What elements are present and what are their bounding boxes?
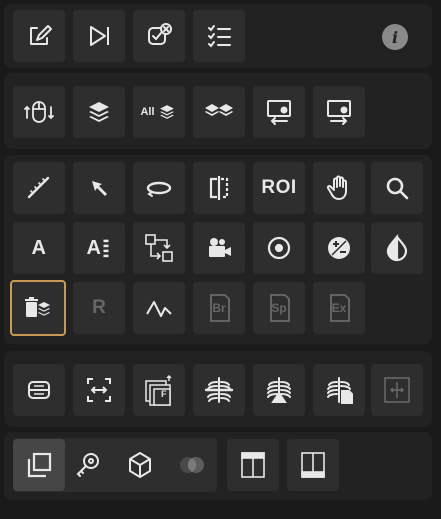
checklist-icon xyxy=(208,25,231,48)
window-level-icon xyxy=(328,237,350,259)
next-series-icon xyxy=(90,26,109,46)
delete-layers-button[interactable] xyxy=(10,280,66,336)
all-label: All xyxy=(140,106,155,118)
arrow-pointer-button[interactable] xyxy=(73,162,125,214)
cine-camera-button[interactable] xyxy=(193,222,245,274)
workflow-button[interactable] xyxy=(133,222,185,274)
ruler-button[interactable] xyxy=(13,162,65,214)
layout-bottom-icon xyxy=(301,452,325,478)
close-study-icon xyxy=(148,23,172,45)
next-series-button[interactable] xyxy=(73,10,125,62)
chest-triangle-button[interactable] xyxy=(253,364,305,416)
fit-view-icon xyxy=(87,378,111,402)
ex-button[interactable]: Ex xyxy=(313,282,365,334)
text-list-icon xyxy=(103,239,109,258)
frames-icon xyxy=(145,374,172,406)
layers-icon xyxy=(89,102,109,122)
text-button[interactable]: A xyxy=(13,222,65,274)
key-icon xyxy=(76,453,99,477)
split-view-button[interactable] xyxy=(13,364,65,416)
text-list-label: A xyxy=(86,236,102,259)
magnify-icon xyxy=(386,177,409,200)
pan-hand-icon xyxy=(326,175,347,200)
chest-split-icon xyxy=(204,377,234,403)
chest-document-button[interactable] xyxy=(313,364,365,416)
flip-button[interactable] xyxy=(193,162,245,214)
layout-import-button[interactable] xyxy=(253,86,305,138)
waveform-button[interactable] xyxy=(133,282,185,334)
layout-top-icon xyxy=(241,452,265,478)
rotate-icon xyxy=(146,181,172,197)
cube-icon xyxy=(129,452,151,478)
br-button[interactable]: Br xyxy=(193,282,245,334)
chest-triangle-icon xyxy=(267,377,291,403)
layout-export-icon xyxy=(327,100,351,125)
invert-icon xyxy=(386,233,408,262)
pan-hand-button[interactable] xyxy=(313,162,365,214)
layout-export-button[interactable] xyxy=(313,86,365,138)
layers-button[interactable] xyxy=(73,86,125,138)
sp-button[interactable]: Sp xyxy=(253,282,305,334)
split-view-icon xyxy=(28,381,50,399)
cine-camera-icon xyxy=(209,238,231,257)
info-icon[interactable]: i xyxy=(382,24,408,50)
window-level-button[interactable] xyxy=(313,222,365,274)
ruler-icon xyxy=(27,176,50,199)
rotate-button[interactable] xyxy=(133,162,185,214)
close-study-button[interactable] xyxy=(133,10,185,62)
target-icon xyxy=(267,236,291,260)
checklist-button[interactable] xyxy=(193,10,245,62)
sp-label: Sp xyxy=(271,301,287,315)
all-layers-button[interactable]: All xyxy=(133,86,185,138)
roi-label: ROI xyxy=(261,177,297,198)
expand-horizontal-icon xyxy=(384,377,410,403)
waveform-icon xyxy=(146,301,172,317)
scroll-mouse-icon xyxy=(24,101,54,123)
flip-icon xyxy=(209,176,229,200)
br-label: Br xyxy=(212,301,226,315)
target-button[interactable] xyxy=(253,222,305,274)
reset-label: R xyxy=(92,297,106,318)
ex-label: Ex xyxy=(331,301,347,315)
layout-top-button[interactable] xyxy=(227,439,279,491)
fit-view-button[interactable] xyxy=(73,364,125,416)
cube-button[interactable] xyxy=(114,439,166,491)
all-layers-icon xyxy=(159,105,174,119)
chest-split-button[interactable] xyxy=(193,364,245,416)
delete-layers-icon xyxy=(25,297,50,317)
text-list-button[interactable]: A xyxy=(73,222,125,274)
expand-horizontal-button[interactable] xyxy=(371,364,423,416)
scroll-mouse-button[interactable] xyxy=(13,86,65,138)
invert-button[interactable] xyxy=(371,222,423,274)
stack-view-button[interactable] xyxy=(13,439,65,491)
reset-button[interactable]: R xyxy=(73,282,125,334)
arrow-pointer-icon xyxy=(92,181,107,196)
save-report-icon xyxy=(30,25,52,45)
layout-import-icon xyxy=(267,100,291,125)
frame-label: F xyxy=(161,389,167,399)
fusion-icon xyxy=(180,457,204,473)
layout-bottom-button[interactable] xyxy=(287,439,339,491)
roi-button[interactable]: ROI xyxy=(253,162,305,214)
key-button[interactable] xyxy=(62,439,114,491)
text-label: A xyxy=(31,236,47,259)
magnify-button[interactable] xyxy=(371,162,423,214)
stack-view-icon xyxy=(27,452,52,478)
stacked-layers-button[interactable] xyxy=(193,86,245,138)
workflow-icon xyxy=(145,234,173,262)
save-report-button[interactable] xyxy=(13,10,65,62)
chest-document-icon xyxy=(327,377,353,404)
fusion-button[interactable] xyxy=(166,439,218,491)
stacked-layers-icon xyxy=(205,104,233,116)
frames-button[interactable]: F xyxy=(133,364,185,416)
